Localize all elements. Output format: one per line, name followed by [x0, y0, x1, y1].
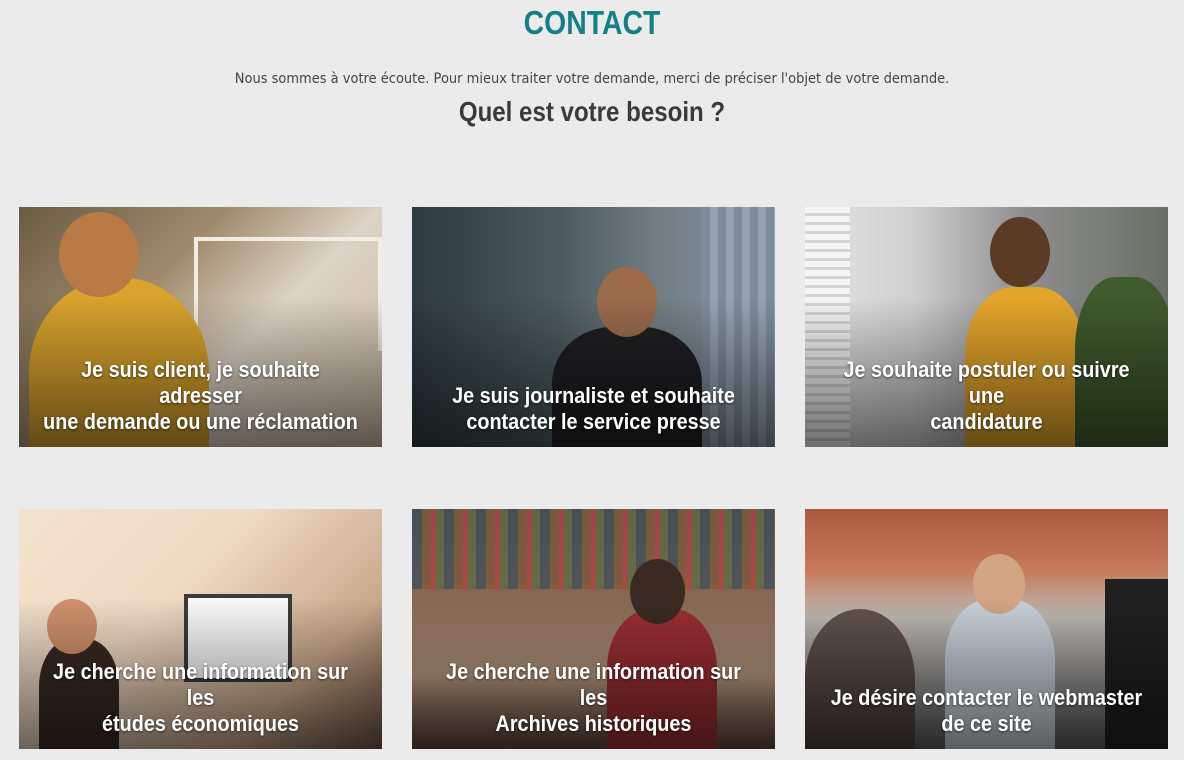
- bookshelf-decor: [412, 509, 775, 589]
- page-title: CONTACT: [523, 4, 661, 41]
- card-label: Je cherche une information sur les étude…: [53, 659, 348, 736]
- card-label: Je suis journaliste et souhaite contacte…: [452, 383, 735, 434]
- card-press-service[interactable]: Je suis journaliste et souhaite contacte…: [412, 207, 775, 447]
- card-label: Je souhaite postuler ou suivre une candi…: [843, 357, 1130, 434]
- question-heading: Quel est votre besoin ?: [458, 96, 726, 127]
- card-client-request[interactable]: Je suis client, je souhaite adresser une…: [19, 207, 382, 447]
- card-label: Je cherche une information sur les Archi…: [446, 659, 741, 736]
- card-job-application[interactable]: Je souhaite postuler ou suivre une candi…: [805, 207, 1168, 447]
- card-historical-archives[interactable]: Je cherche une information sur les Archi…: [412, 509, 775, 749]
- card-webmaster[interactable]: Je désire contacter le webmaster de ce s…: [805, 509, 1168, 749]
- intro-text: Nous sommes à votre écoute. Pour mieux t…: [234, 71, 950, 87]
- card-label: Je suis client, je souhaite adresser une…: [43, 357, 358, 434]
- card-label: Je désire contacter le webmaster de ce s…: [830, 685, 1143, 736]
- card-economic-studies[interactable]: Je cherche une information sur les étude…: [19, 509, 382, 749]
- person-head: [990, 217, 1050, 287]
- person-head: [59, 212, 139, 297]
